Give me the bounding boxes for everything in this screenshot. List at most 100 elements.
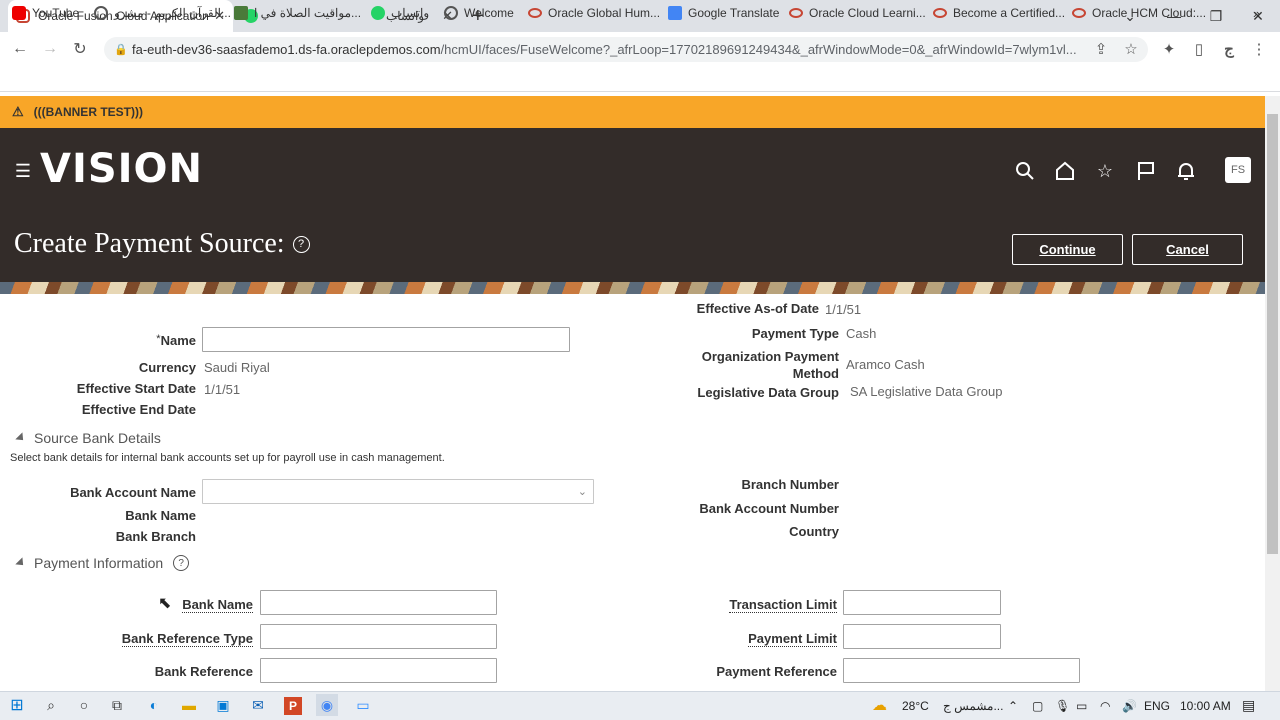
legislative-data-group-value: SA Legislative Data Group — [850, 384, 1003, 399]
hamburger-menu-icon[interactable]: ☰ — [12, 160, 34, 182]
bookmark-prayer-times[interactable]: مواقيت الصلاة في ا... — [234, 4, 361, 22]
flag-icon[interactable] — [1135, 160, 1157, 182]
bank-account-name-select[interactable]: ⌄ — [202, 479, 594, 504]
payment-limit-label: Payment Limit — [748, 631, 837, 647]
cancel-button[interactable]: Cancel — [1132, 234, 1243, 265]
notifications-bell-icon[interactable] — [1175, 160, 1197, 182]
forward-icon[interactable]: → — [39, 38, 61, 60]
bank-reference-label: Bank Reference — [154, 664, 253, 679]
oracle-icon — [1072, 8, 1086, 18]
bookmarks-overflow-icon[interactable]: » — [1253, 4, 1260, 22]
network-icon[interactable]: ◠ — [1100, 699, 1110, 713]
search-icon[interactable]: ⌕ — [40, 694, 62, 716]
name-label: *Name — [156, 333, 196, 348]
zoom-icon[interactable]: ▭ — [352, 694, 374, 716]
notification-center-icon[interactable]: ▤ — [1242, 697, 1255, 714]
store-icon[interactable]: ▣ — [212, 694, 234, 716]
home-icon[interactable] — [1054, 160, 1076, 182]
weather-temperature[interactable]: 28°C — [902, 699, 929, 713]
payment-type-value: Cash — [846, 326, 877, 341]
continue-button[interactable]: Continue — [1012, 234, 1123, 265]
powerpoint-icon[interactable]: P — [284, 697, 302, 715]
transaction-limit-input[interactable] — [843, 590, 1001, 615]
url-path: /hcmUI/faces/FuseWelcome?_afrLoop=177021… — [440, 42, 1077, 57]
payment-bank-name-input[interactable] — [260, 590, 497, 615]
url-input[interactable]: 🔒 fa-euth-dev36-saasfademo1.ds-fa.oracle… — [104, 37, 1148, 62]
mosque-icon — [234, 6, 248, 20]
cortana-icon[interactable]: ○ — [73, 694, 95, 716]
chevron-down-icon[interactable]: ⌄ — [578, 485, 587, 498]
source-bank-details-header[interactable]: Source Bank Details — [15, 430, 161, 446]
oracle-icon — [789, 8, 803, 18]
bank-reference-type-input[interactable] — [260, 624, 497, 649]
microphone-icon[interactable]: 🎙 — [1055, 699, 1070, 713]
profile-icon[interactable]: ج — [1218, 38, 1240, 60]
star-icon[interactable]: ☆ — [1120, 38, 1142, 60]
bookmark-oracle-cloud-learning[interactable]: Oracle Cloud Learni... — [789, 4, 926, 22]
bookmark-whatsapp[interactable]: واتساب — [371, 4, 429, 22]
bookmark-welcome[interactable]: Welcome — [444, 4, 514, 22]
clock[interactable]: 10:00 AM — [1180, 699, 1231, 713]
bookmark-google-translate[interactable]: Google Translate — [668, 4, 779, 22]
country-label: Country — [789, 524, 839, 539]
vision-logo: VISION — [40, 146, 204, 192]
page-title-text: Create Payment Source: — [14, 228, 285, 259]
payment-reference-label: Payment Reference — [716, 664, 837, 679]
youtube-icon — [12, 6, 26, 20]
transaction-limit-label: Transaction Limit — [729, 597, 837, 613]
menu-icon[interactable]: ⋮ — [1248, 38, 1270, 60]
bookmark-quran[interactable]: القرآن الكريم - مشرو... — [94, 4, 231, 22]
payment-information-header[interactable]: Payment Information ? — [15, 555, 190, 571]
share-icon[interactable]: ⇪ — [1090, 38, 1112, 60]
bank-branch-label: Bank Branch — [115, 529, 196, 544]
volume-icon[interactable]: 🔊 — [1122, 699, 1137, 713]
bank-name-label: Bank Name — [125, 508, 196, 523]
extensions-icon[interactable]: ✦ — [1158, 38, 1180, 60]
payment-limit-input[interactable] — [843, 624, 1001, 649]
search-icon[interactable] — [1014, 160, 1036, 182]
name-input[interactable] — [202, 327, 570, 352]
task-view-icon[interactable]: ⧉ — [106, 694, 128, 716]
lock-icon: 🔒 — [114, 44, 128, 56]
bank-account-number-label: Bank Account Number — [699, 501, 839, 516]
user-avatar[interactable]: FS — [1225, 157, 1251, 183]
help-icon[interactable]: ? — [173, 555, 190, 571]
organization-payment-method-label: Organization Payment Method — [701, 349, 839, 381]
file-explorer-icon[interactable]: ▬ — [178, 694, 200, 716]
language-indicator[interactable]: ENG — [1144, 699, 1170, 713]
bookmark-oracle-hcm-cloud[interactable]: Oracle HCM Cloud:... — [1072, 4, 1206, 22]
weather-description[interactable]: مشمس ج... — [943, 699, 1003, 713]
mail-icon[interactable]: ✉ — [247, 694, 269, 716]
effective-end-date-label: Effective End Date — [81, 402, 196, 417]
collapse-triangle-icon[interactable] — [15, 432, 27, 444]
legislative-data-group-label: Legislative Data Group — [697, 385, 839, 400]
bookmark-youtube[interactable]: YouTube — [12, 4, 79, 22]
decorative-stripe — [0, 282, 1265, 294]
source-bank-description: Select bank details for internal bank ac… — [10, 452, 445, 464]
payment-bank-name-label: Bank Name — [182, 597, 253, 613]
oracle-icon — [933, 8, 947, 18]
scrollbar-thumb[interactable] — [1267, 114, 1278, 554]
organization-payment-method-value: Aramco Cash — [846, 357, 925, 372]
translate-icon — [668, 6, 682, 20]
collapse-triangle-icon[interactable] — [15, 557, 27, 569]
reload-icon[interactable]: ↻ — [69, 38, 91, 60]
banner-text: (((BANNER TEST))) — [33, 105, 143, 119]
bank-reference-input[interactable] — [260, 658, 497, 683]
bookmark-oracle-global-hum[interactable]: Oracle Global Hum... — [528, 4, 660, 22]
edge-icon[interactable]: ◐ — [143, 694, 165, 716]
globe-icon — [444, 6, 458, 20]
chrome-icon[interactable]: ◉ — [316, 694, 338, 716]
back-icon[interactable]: ← — [9, 38, 31, 60]
bank-account-name-label: Bank Account Name — [70, 485, 196, 500]
weather-icon[interactable]: ☁ — [872, 696, 887, 714]
help-icon[interactable]: ? — [292, 235, 310, 253]
battery-icon[interactable]: ▭ — [1076, 699, 1087, 713]
sidebar-icon[interactable]: ▯ — [1188, 38, 1210, 60]
meet-now-icon[interactable]: ▢ — [1032, 699, 1043, 713]
favorites-star-icon[interactable]: ☆ — [1094, 160, 1116, 182]
windows-start-icon[interactable]: ⊞ — [6, 694, 28, 716]
tray-chevron-icon[interactable]: ⌃ — [1008, 699, 1018, 713]
payment-reference-input[interactable] — [843, 658, 1080, 683]
bookmark-become-certified[interactable]: Become a Certified... — [933, 4, 1065, 22]
